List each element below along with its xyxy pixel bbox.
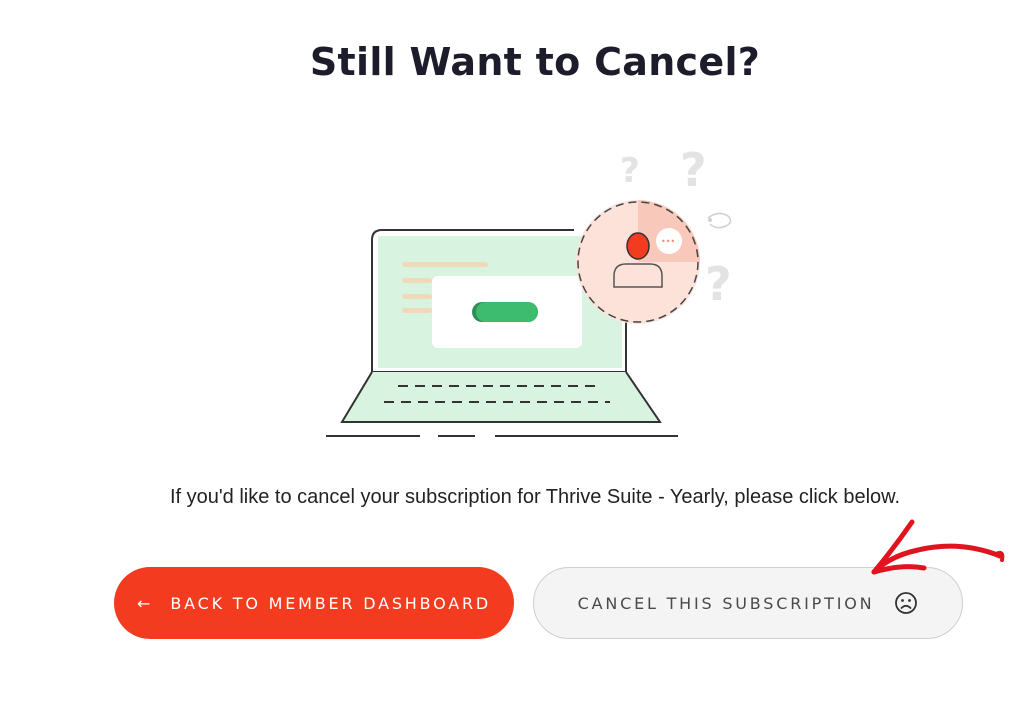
question-mark-icon: ? <box>620 151 640 191</box>
page-title: Still Want to Cancel? <box>309 40 761 84</box>
question-mark-icon: ? <box>680 143 707 197</box>
cancel-description: If you'd like to cancel your subscriptio… <box>169 486 901 508</box>
sad-face-icon <box>894 591 918 615</box>
speech-bubble-dots: ••• <box>661 237 675 246</box>
back-button-label: BACK TO MEMBER DASHBOARD <box>170 593 492 613</box>
hand-drawn-arrow-icon <box>871 519 1005 575</box>
cancel-subscription-page: Still Want to Cancel? ? ? ? ••• If you'd… <box>0 0 1024 701</box>
question-mark-icon: ? <box>705 257 732 311</box>
cancel-button-label: CANCEL THIS SUBSCRIPTION <box>577 593 875 613</box>
laptop-cancel-illustration: ? ? ? ••• <box>326 143 732 437</box>
arrow-left-icon: ← <box>136 593 151 613</box>
back-to-dashboard-button[interactable]: ← BACK TO MEMBER DASHBOARD <box>114 567 514 639</box>
